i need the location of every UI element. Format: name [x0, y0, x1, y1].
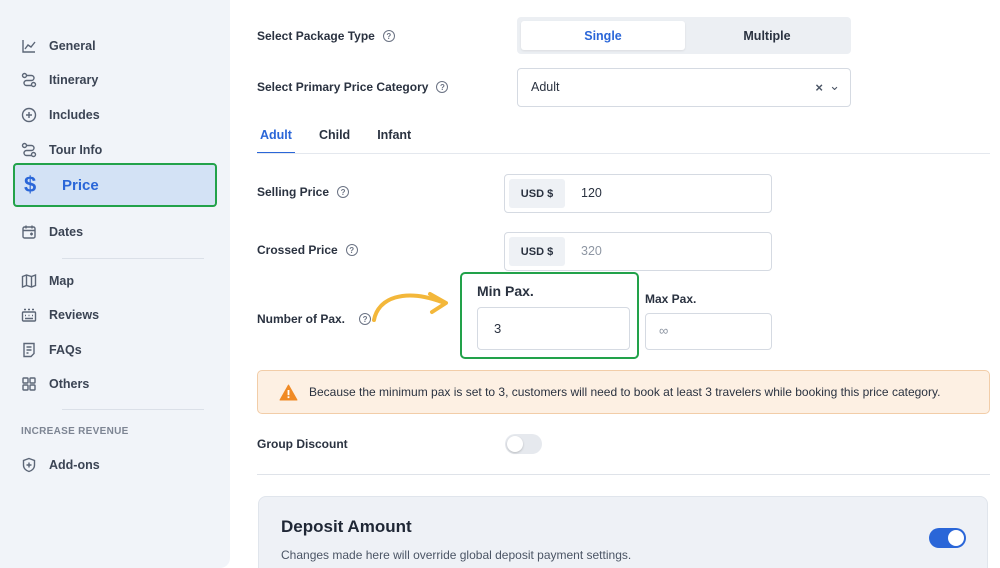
tabs-divider: [257, 153, 990, 154]
package-type-label-row: Select Package Type ?: [257, 29, 395, 43]
pax-label: Number of Pax.: [257, 312, 346, 326]
min-pax-label: Min Pax.: [477, 283, 534, 299]
tab-child[interactable]: Child: [316, 127, 353, 154]
min-pax-notice: Because the minimum pax is set to 3, cus…: [257, 370, 990, 414]
sidebar-item-label: Itinerary: [49, 73, 99, 87]
selling-price-label: Selling Price: [257, 185, 330, 199]
calendar-icon: [20, 223, 38, 241]
deposit-amount-panel: Deposit Amount Changes made here will ov…: [258, 496, 988, 568]
deposit-title: Deposit Amount: [281, 517, 412, 536]
sidebar-item-others[interactable]: Others: [20, 372, 89, 396]
sidebar-item-reviews[interactable]: Reviews: [20, 303, 99, 327]
pax-label-row: Number of Pax. ?: [257, 312, 372, 326]
package-type-multiple-button[interactable]: Multiple: [687, 21, 847, 50]
sidebar-item-label: Add-ons: [49, 458, 100, 472]
deposit-subtitle: Changes made here will override global d…: [281, 548, 632, 562]
sidebar-divider: [62, 258, 204, 259]
group-discount-toggle[interactable]: [505, 434, 542, 454]
sidebar-item-faqs[interactable]: FAQs: [20, 338, 82, 362]
help-icon[interactable]: ?: [337, 186, 350, 198]
sidebar-item-label: Includes: [49, 108, 100, 122]
tab-adult[interactable]: Adult: [257, 127, 295, 154]
sidebar: General Itinerary Includes Tour Info $ P…: [0, 0, 230, 568]
reviews-icon: [20, 306, 38, 324]
currency-badge: USD $: [509, 237, 565, 266]
selling-price-label-row: Selling Price ?: [257, 185, 350, 199]
category-tabs: Adult Child Infant: [257, 127, 435, 154]
dollar-icon: $: [24, 172, 37, 197]
section-label-increase-revenue: INCREASE REVENUE: [21, 426, 129, 437]
min-pax-input[interactable]: 3: [477, 307, 630, 350]
package-type-single-button[interactable]: Single: [521, 21, 685, 50]
route-icon: [20, 71, 38, 89]
shield-plus-icon: [20, 456, 38, 474]
crossed-price-label-row: Crossed Price ?: [257, 243, 358, 257]
sidebar-item-add-ons[interactable]: Add-ons: [20, 453, 100, 477]
chart-line-icon: [20, 37, 38, 55]
crossed-price-input[interactable]: 320: [581, 244, 602, 258]
chevron-down-icon[interactable]: ⌄: [829, 78, 840, 94]
sidebar-item-dates[interactable]: Dates: [20, 220, 83, 244]
route-icon: [20, 141, 38, 159]
sidebar-divider: [62, 409, 204, 410]
min-pax-highlight: Min Pax. 3: [460, 272, 639, 359]
help-icon[interactable]: ?: [436, 81, 449, 93]
plus-circle-icon: [20, 106, 38, 124]
group-discount-label-row: Group Discount: [257, 437, 348, 451]
sidebar-item-label: Others: [49, 377, 90, 391]
deposit-toggle[interactable]: [929, 528, 966, 548]
sidebar-item-general[interactable]: General: [20, 34, 96, 58]
sidebar-item-label: Tour Info: [49, 143, 103, 157]
price-category-label-row: Select Primary Price Category ?: [257, 80, 449, 94]
price-category-select[interactable]: Adult × ⌄: [517, 68, 851, 107]
arrow-annotation-icon: [372, 292, 448, 322]
sidebar-item-label: Reviews: [49, 308, 100, 322]
toggle-knob: [507, 436, 523, 452]
clear-icon[interactable]: ×: [815, 80, 823, 95]
sidebar-item-label: FAQs: [49, 343, 82, 357]
max-pax-input[interactable]: ∞: [645, 313, 772, 350]
currency-badge: USD $: [509, 179, 565, 208]
notice-text: Because the minimum pax is set to 3, cus…: [309, 385, 941, 399]
sidebar-item-label: General: [49, 39, 96, 53]
selling-price-input[interactable]: 120: [581, 186, 602, 200]
package-type-toggle: Single Multiple: [517, 17, 851, 54]
group-discount-label: Group Discount: [257, 437, 348, 451]
sidebar-item-map[interactable]: Map: [20, 269, 74, 293]
map-icon: [20, 272, 38, 290]
crossed-price-field[interactable]: USD $ 320: [504, 232, 772, 271]
sidebar-item-label: Dates: [49, 225, 84, 239]
help-icon[interactable]: ?: [345, 244, 358, 256]
selling-price-field[interactable]: USD $ 120: [504, 174, 772, 213]
sidebar-item-includes[interactable]: Includes: [20, 103, 100, 127]
toggle-knob: [948, 530, 964, 546]
sidebar-item-price[interactable]: $ Price: [13, 163, 217, 207]
section-divider: [257, 474, 990, 475]
grid-icon: [20, 375, 38, 393]
sidebar-item-label: Map: [49, 274, 74, 288]
price-category-value: Adult: [531, 80, 560, 94]
faq-icon: [20, 341, 38, 359]
warning-icon: [279, 384, 298, 400]
crossed-price-label: Crossed Price: [257, 243, 338, 257]
sidebar-item-label: Price: [62, 176, 99, 194]
help-icon[interactable]: ?: [382, 30, 395, 42]
tab-infant[interactable]: Infant: [374, 127, 414, 154]
package-type-label: Select Package Type: [257, 29, 375, 43]
sidebar-item-tour-info[interactable]: Tour Info: [20, 138, 102, 162]
price-category-label: Select Primary Price Category: [257, 80, 429, 94]
sidebar-item-itinerary[interactable]: Itinerary: [20, 68, 98, 92]
max-pax-label: Max Pax.: [645, 292, 697, 306]
